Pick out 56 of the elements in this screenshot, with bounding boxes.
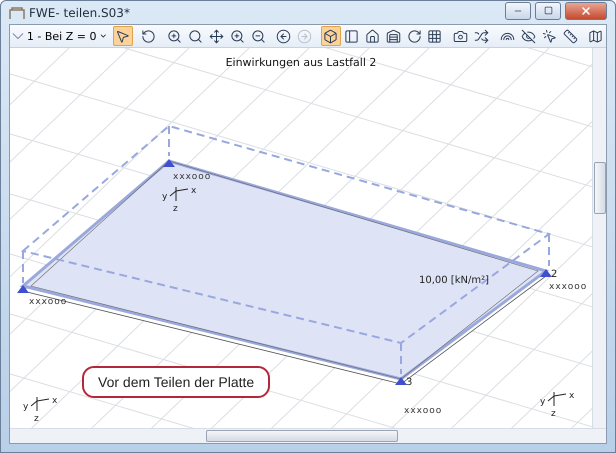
back-icon (276, 28, 292, 44)
view-3d-tool-button[interactable] (320, 26, 341, 46)
pointer-tool-button[interactable] (113, 26, 133, 46)
axis-label: x (191, 186, 196, 196)
axis-triad-icon (170, 186, 188, 202)
support-icon (395, 377, 407, 385)
grid-icon (427, 28, 442, 44)
zoom-icon (188, 28, 203, 44)
measure-icon (562, 28, 578, 44)
redo-icon (406, 28, 422, 44)
shuffle-icon (474, 28, 490, 44)
axis-label: z (551, 409, 556, 419)
annotation-callout: Vor dem Teilen der Platte (82, 366, 270, 398)
camera-icon (453, 28, 468, 44)
minimize-button[interactable] (505, 2, 531, 20)
pointer-icon (115, 28, 130, 44)
support-icon (17, 285, 29, 293)
select-icon (542, 28, 557, 44)
maximize-button[interactable] (535, 2, 561, 20)
load-case-caption: Einwirkungen aus Lastfall 2 (226, 56, 376, 69)
node-label: xxxooo (404, 406, 442, 416)
app-logo-icon (9, 6, 25, 20)
support-icon (540, 269, 552, 277)
horizontal-scrollbar[interactable] (10, 428, 606, 443)
forward-icon (297, 28, 312, 44)
node-label: xxxooo (549, 282, 588, 292)
window-title: FWE- teilen.S03* (29, 6, 131, 20)
axis-label: y (162, 192, 168, 202)
maximize-icon (544, 6, 552, 15)
vertical-scrollbar[interactable] (592, 48, 606, 428)
close-icon (580, 4, 592, 16)
hide-icon (520, 28, 536, 44)
axis-triad-icon (30, 396, 50, 412)
home-icon (364, 28, 380, 44)
view-3d-icon (323, 28, 338, 44)
zoom-all-icon (167, 28, 182, 44)
axis-label: z (173, 204, 178, 214)
axis-triad-icon (548, 392, 566, 406)
node-number: 3 (406, 377, 412, 388)
zoom-in-icon (230, 28, 245, 44)
scrollbar-thumb[interactable] (594, 162, 606, 214)
view-dropdown[interactable]: 1 - Bei Z = 0 (12, 30, 112, 42)
rotate-icon (141, 28, 156, 44)
node-label: xxxooo (29, 297, 68, 307)
axis-label: z (34, 414, 39, 424)
axis-label: x (52, 396, 58, 406)
axis-label: y (23, 402, 28, 412)
node-number: 2 (551, 269, 558, 280)
node-label: xxxooo (173, 172, 212, 182)
axis-label: x (569, 391, 574, 401)
close-button[interactable] (565, 2, 607, 20)
zoom-out-icon (250, 28, 266, 44)
load-value-label: 10,00 [kN/m²] (419, 275, 489, 286)
axis-label: y (540, 397, 546, 407)
pan-icon (208, 28, 224, 44)
scrollbar-thumb[interactable] (206, 430, 398, 442)
